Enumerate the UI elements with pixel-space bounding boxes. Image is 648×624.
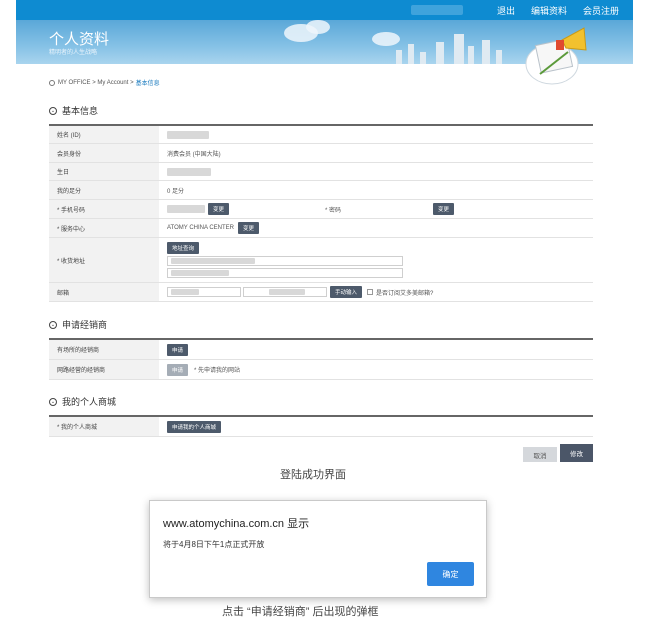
top-bar: 退出 编辑资料 会员注册 xyxy=(16,0,633,20)
table-row: 网路经营的经销商 申请 * 先申请我的网站 xyxy=(49,360,593,380)
section-title: 基本信息 xyxy=(62,106,99,116)
caption-login-success: 登陆成功界面 xyxy=(280,469,346,481)
chevron-down-icon: ⌄ xyxy=(49,397,57,406)
phone-value-redacted xyxy=(167,205,205,213)
table-row: * 我的个人商城 申请我的个人商城 xyxy=(49,417,593,437)
member-value: 消费会员 (中国大陆) xyxy=(167,151,221,158)
email-user-redacted xyxy=(171,289,199,295)
change-service-center-button[interactable]: 变更 xyxy=(238,222,260,234)
table-row: 生日 xyxy=(49,163,593,181)
building-icon xyxy=(454,34,464,64)
apply-offline-distributor-button[interactable]: 申请 xyxy=(167,343,189,356)
email-domain-redacted xyxy=(269,289,305,295)
online-distributor-label: 网路经营的经销商 xyxy=(49,360,159,379)
modify-button[interactable]: 修改 xyxy=(560,444,593,462)
apply-personal-mall-button[interactable]: 申请我的个人商城 xyxy=(167,420,222,433)
birthday-label: 生日 xyxy=(49,163,159,180)
megaphone-illustration-icon xyxy=(525,27,587,85)
address-line2-input[interactable] xyxy=(167,268,403,278)
dialog-message: 将于4月8日下午1点正式开放 xyxy=(163,540,265,549)
section-title: 申请经销商 xyxy=(62,320,108,330)
cancel-button[interactable]: 取消 xyxy=(523,447,557,462)
email-subscribe-label: 是否订阅艾多美邮箱? xyxy=(376,290,434,297)
change-phone-button[interactable]: 变更 xyxy=(208,203,230,215)
chevron-down-icon: ⌄ xyxy=(49,106,57,115)
page-title: 个人资料 xyxy=(49,31,110,48)
edit-profile-link[interactable]: 编辑资料 xyxy=(531,4,567,17)
username-redacted xyxy=(410,5,463,15)
building-icon xyxy=(420,52,426,64)
address-line1-input[interactable] xyxy=(167,256,403,266)
breadcrumb: MY OFFICE > My Account > 基本信息 xyxy=(49,78,160,87)
building-icon xyxy=(496,50,502,64)
section-personal-mall[interactable]: ⌄ 我的个人商城 xyxy=(49,395,116,408)
change-password-button[interactable]: 变更 xyxy=(433,203,455,215)
email-user-input[interactable] xyxy=(167,287,241,297)
offline-distributor-label: 有场所的经销商 xyxy=(49,340,159,359)
section-distributor[interactable]: ⌄ 申请经销商 xyxy=(49,318,107,331)
email-domain-input[interactable] xyxy=(243,287,327,297)
points-label: 我的足分 xyxy=(49,181,159,199)
section-basic-info[interactable]: ⌄ 基本信息 xyxy=(49,104,98,117)
phone-label: * 手机号码 xyxy=(49,200,159,218)
alert-dialog: www.atomychina.com.cn 显示 将于4月8日下午1点正式开放 … xyxy=(149,500,487,598)
page: 退出 编辑资料 会员注册 个人资料 精明者的人生战略 MY OFFICE > M… xyxy=(0,0,648,624)
building-icon xyxy=(436,42,444,64)
building-icon xyxy=(408,44,414,64)
address-line1-redacted xyxy=(171,258,255,264)
table-row: 会员身份 消费会员 (中国大陆) xyxy=(49,144,593,163)
email-label: 邮箱 xyxy=(49,283,159,301)
table-row: 姓名 (ID) xyxy=(49,126,593,144)
table-row: * 服务中心 ATOMY CHINA CENTER 变更 xyxy=(49,219,593,238)
logout-link[interactable]: 退出 xyxy=(497,4,515,17)
address-line2-redacted xyxy=(171,270,229,276)
apply-online-distributor-button[interactable]: 申请 xyxy=(167,363,189,376)
email-subscribe-checkbox[interactable] xyxy=(367,289,374,295)
dialog-title: www.atomychina.com.cn 显示 xyxy=(163,518,310,530)
points-value: 0 足分 xyxy=(167,188,185,195)
name-value-redacted xyxy=(167,130,209,139)
dialog-ok-button[interactable]: 确定 xyxy=(427,562,474,586)
service-center-value: ATOMY CHINA CENTER xyxy=(167,225,235,231)
service-center-label: * 服务中心 xyxy=(49,219,159,237)
section-title: 我的个人商城 xyxy=(62,397,117,407)
breadcrumb-path[interactable]: MY OFFICE > My Account > xyxy=(58,80,134,86)
cloud-icon xyxy=(306,20,330,34)
table-row: 有场所的经销商 申请 xyxy=(49,340,593,360)
table-row: * 收货地址 地址查询 xyxy=(49,238,593,283)
basic-info-table: 姓名 (ID) 会员身份 消费会员 (中国大陆) 生日 我的足分 0 足分 * … xyxy=(49,124,593,302)
page-subtitle: 精明者的人生战略 xyxy=(49,50,98,56)
table-row: * 手机号码 变更 * 密码 变更 xyxy=(49,200,593,219)
caption-popup-note: 点击 “申请经销商” 后出现的弹框 xyxy=(222,606,379,618)
address-search-button[interactable]: 地址查询 xyxy=(167,242,200,254)
member-register-link[interactable]: 会员注册 xyxy=(583,4,619,17)
password-label: * 密码 xyxy=(325,207,342,214)
personal-mall-label: * 我的个人商城 xyxy=(49,417,159,436)
building-icon xyxy=(396,50,402,64)
chevron-down-icon: ⌄ xyxy=(49,320,57,329)
building-icon xyxy=(468,46,474,64)
online-distributor-note: * 先申请我的网站 xyxy=(194,368,241,374)
member-label: 会员身份 xyxy=(49,144,159,162)
birthday-value-redacted xyxy=(167,167,211,176)
email-manual-input-button[interactable]: 手动输入 xyxy=(330,286,363,298)
table-row: 邮箱 手动输入 是否订阅艾多美邮箱? xyxy=(49,283,593,302)
building-icon xyxy=(482,40,490,64)
distributor-table: 有场所的经销商 申请 网路经营的经销商 申请 * 先申请我的网站 xyxy=(49,338,593,380)
cloud-icon xyxy=(372,32,400,46)
home-icon xyxy=(49,79,55,86)
breadcrumb-current: 基本信息 xyxy=(135,81,160,87)
name-label: 姓名 (ID) xyxy=(49,126,159,143)
address-label: * 收货地址 xyxy=(49,238,159,282)
table-row: 我的足分 0 足分 xyxy=(49,181,593,200)
personal-mall-table: * 我的个人商城 申请我的个人商城 xyxy=(49,415,593,437)
